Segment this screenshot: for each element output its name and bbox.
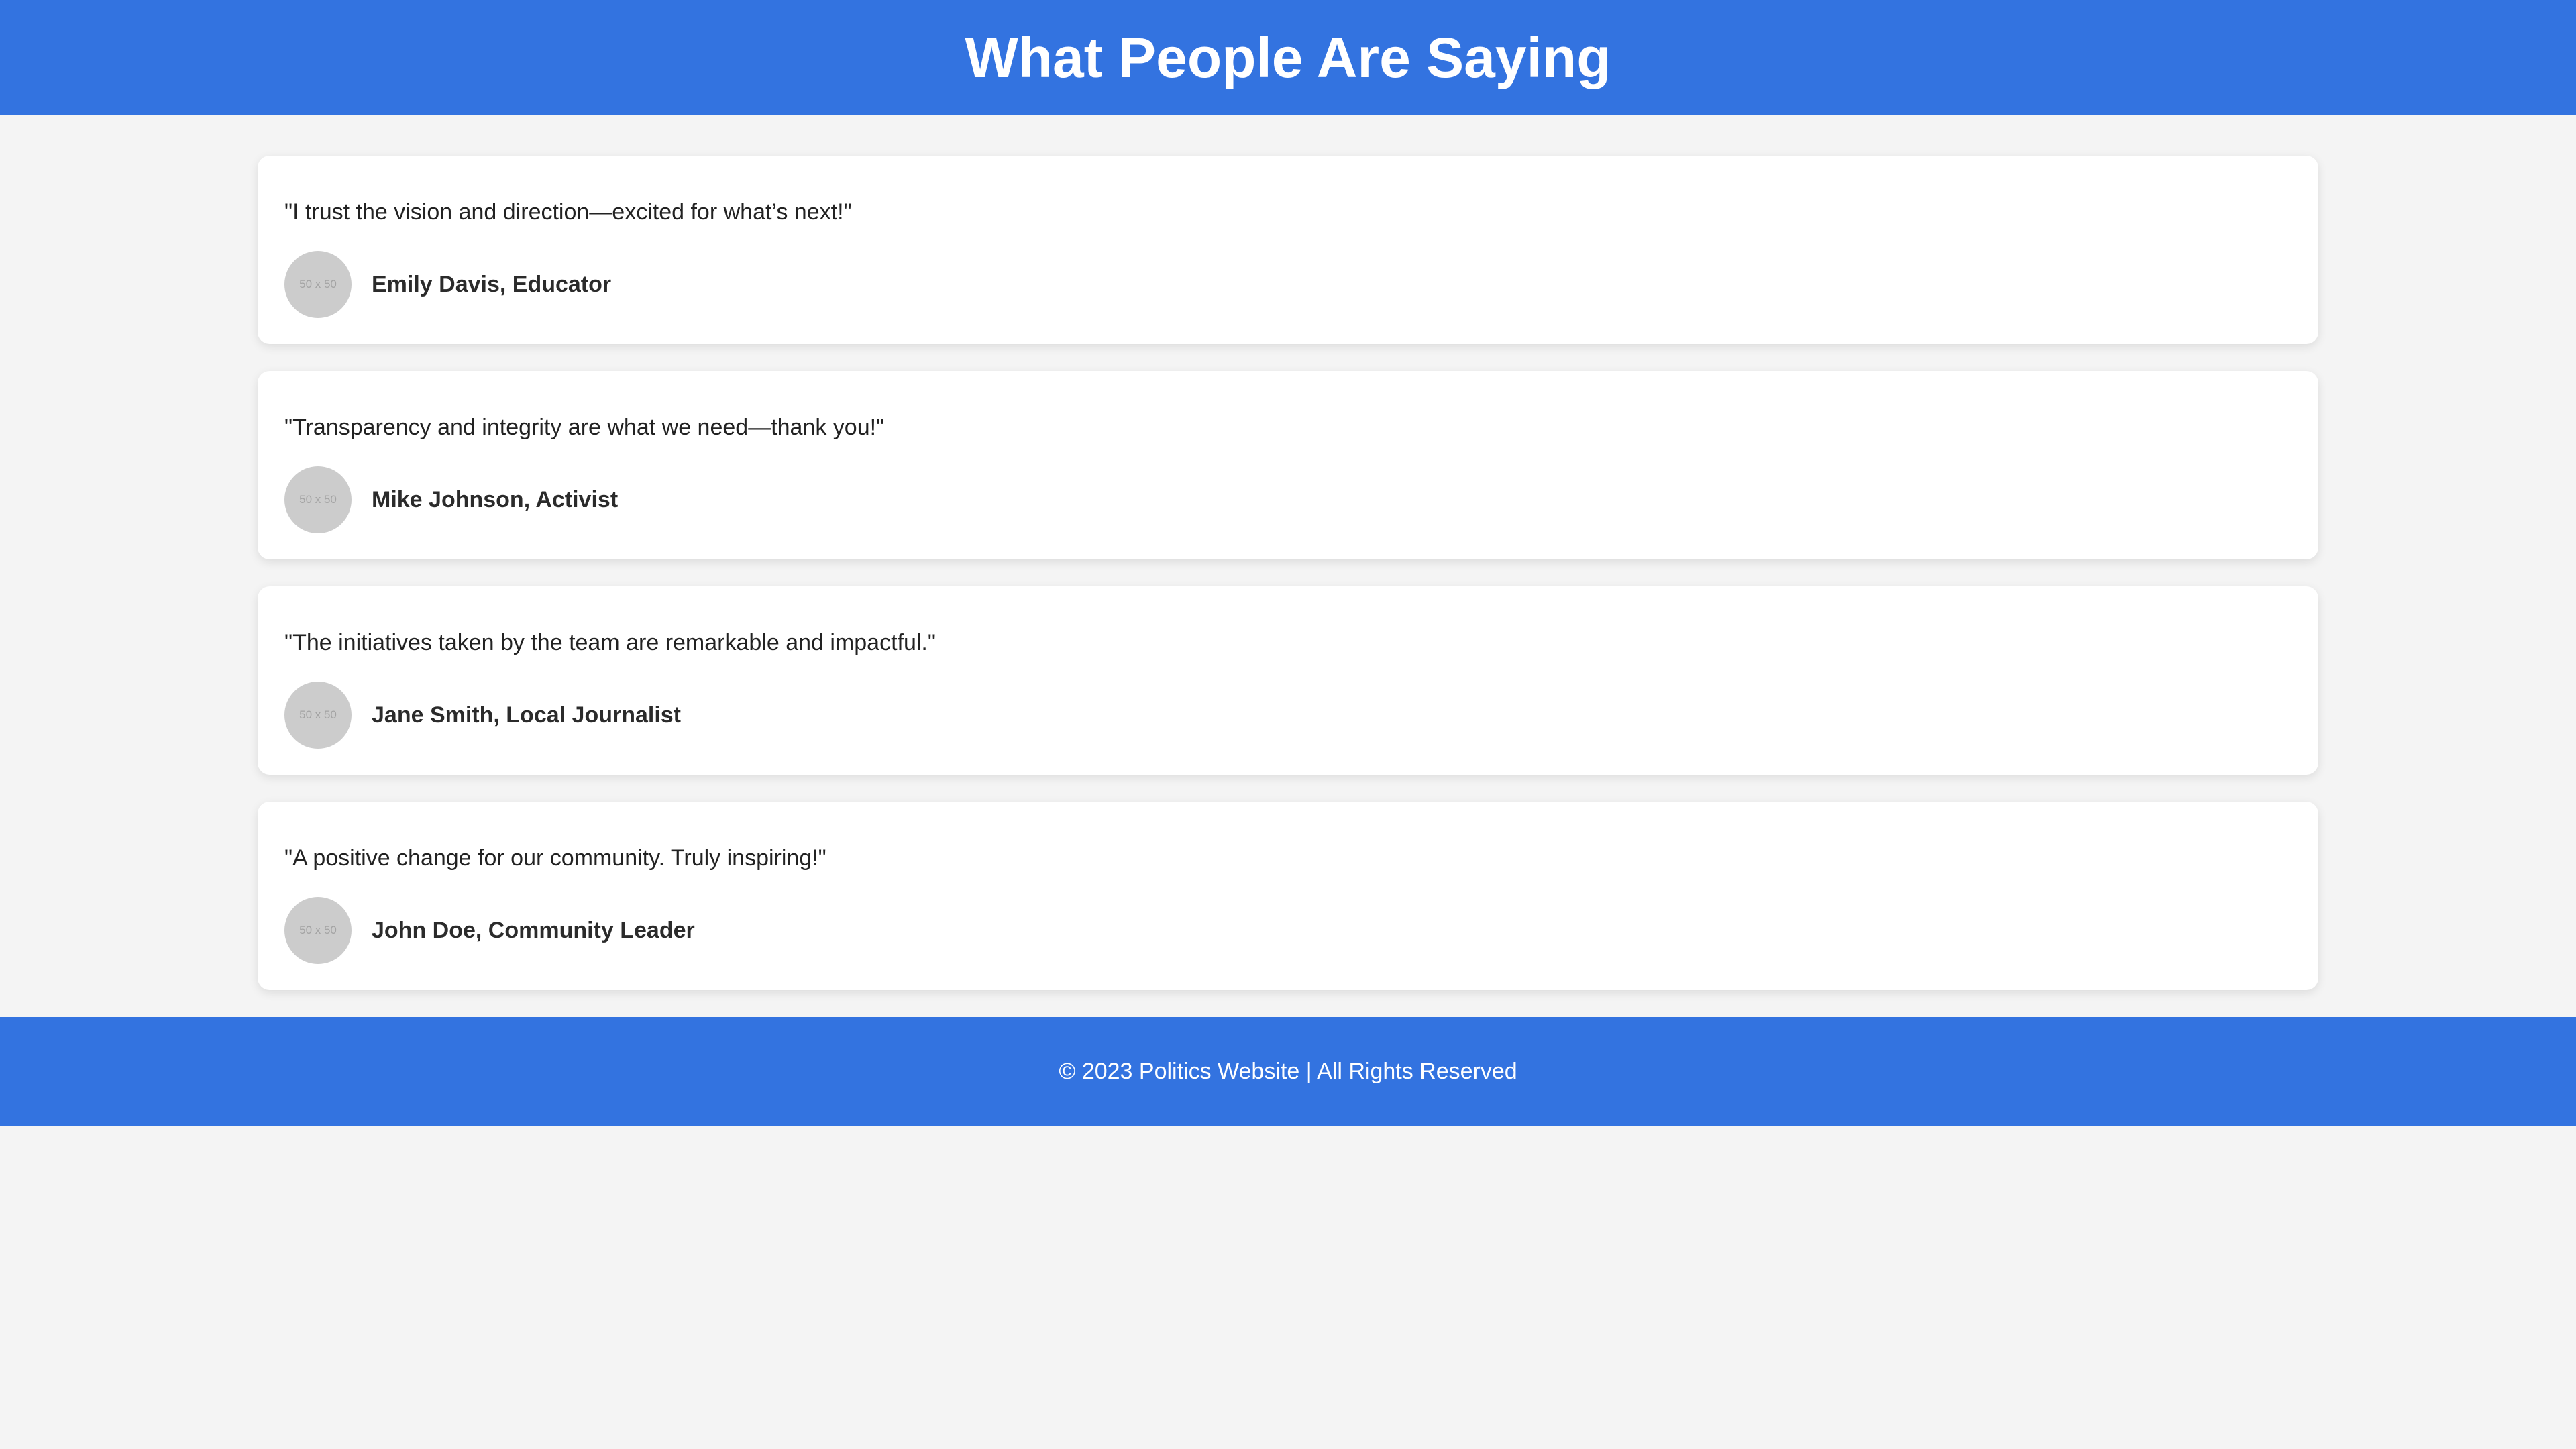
avatar: 50 x 50 — [284, 682, 352, 749]
testimonial-author-row: 50 x 50 Mike Johnson, Activist — [284, 466, 618, 533]
page-header: What People Are Saying — [0, 0, 2576, 115]
testimonial-author: John Doe, Community Leader — [372, 917, 695, 943]
testimonial-quote: "A positive change for our community. Tr… — [284, 845, 826, 871]
testimonial-quote: "I trust the vision and direction—excite… — [284, 199, 852, 225]
avatar-placeholder-label: 50 x 50 — [299, 278, 337, 290]
testimonial-author-row: 50 x 50 John Doe, Community Leader — [284, 897, 695, 964]
avatar: 50 x 50 — [284, 466, 352, 533]
avatar: 50 x 50 — [284, 897, 352, 964]
testimonial-list: "I trust the vision and direction—excite… — [258, 156, 2318, 990]
page-footer: © 2023 Politics Website | All Rights Res… — [0, 1017, 2576, 1126]
page-title: What People Are Saying — [965, 26, 1611, 89]
testimonial-card: "A positive change for our community. Tr… — [258, 802, 2318, 990]
testimonial-card: "Transparency and integrity are what we … — [258, 371, 2318, 559]
avatar-placeholder-label: 50 x 50 — [299, 924, 337, 936]
testimonial-card: "The initiatives taken by the team are r… — [258, 586, 2318, 775]
testimonial-author: Emily Davis, Educator — [372, 271, 612, 297]
footer-copyright: © 2023 Politics Website | All Rights Res… — [1059, 1058, 1517, 1084]
avatar-placeholder-label: 50 x 50 — [299, 708, 337, 721]
avatar: 50 x 50 — [284, 251, 352, 318]
testimonial-author-row: 50 x 50 Jane Smith, Local Journalist — [284, 682, 681, 749]
testimonial-card: "I trust the vision and direction—excite… — [258, 156, 2318, 344]
testimonial-quote: "Transparency and integrity are what we … — [284, 415, 885, 440]
testimonial-author: Jane Smith, Local Journalist — [372, 702, 682, 728]
testimonial-author: Mike Johnson, Activist — [372, 486, 619, 513]
avatar-placeholder-label: 50 x 50 — [299, 493, 337, 506]
testimonial-quote: "The initiatives taken by the team are r… — [284, 630, 936, 655]
testimonial-author-row: 50 x 50 Emily Davis, Educator — [284, 251, 611, 318]
